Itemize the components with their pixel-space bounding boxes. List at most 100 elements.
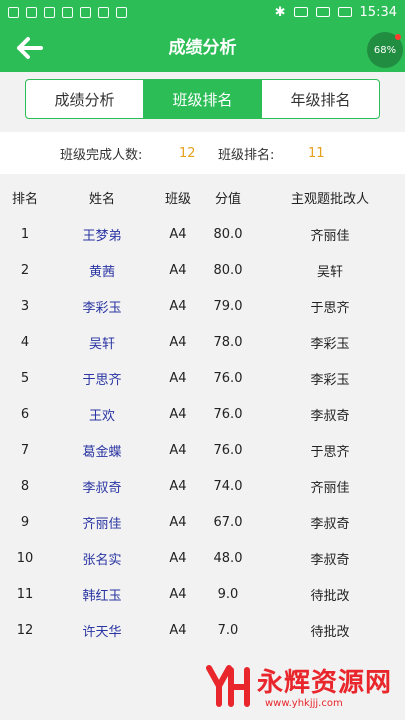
tab-bar: 成绩分析 班级排名 年级排名 <box>25 79 380 119</box>
cell-class: A4 <box>169 298 187 314</box>
table-row[interactable]: 10 张名实 A4 48.0 李叔奇 <box>0 540 405 576</box>
cell-grader: 李彩玉 <box>310 372 350 388</box>
wifi-icon <box>293 7 308 17</box>
cell-name[interactable]: 李叔奇 <box>72 468 132 504</box>
cell-name[interactable]: 齐丽佳 <box>72 504 132 540</box>
status-system-icons: ✱ 15:34 <box>275 5 397 20</box>
watermark: 永辉资源网 www.yhkjjj.com <box>205 660 405 720</box>
tab-class-ranking[interactable]: 班级排名 <box>144 80 262 118</box>
header-name: 姓名 <box>88 191 115 207</box>
watermark-logo-icon <box>206 665 250 707</box>
cell-score: 78.0 <box>213 334 243 350</box>
signal-icon <box>315 7 330 17</box>
cell-rank: 4 <box>20 334 30 350</box>
cell-grader: 齐丽佳 <box>310 228 350 244</box>
cell-rank: 8 <box>20 478 30 494</box>
notification-icon <box>8 6 19 18</box>
tab-score-analysis[interactable]: 成绩分析 <box>26 80 144 118</box>
table-body: 1 王梦弟 A4 80.0 齐丽佳 2 黄茜 A4 80.0 吴轩 3 李彩玉 A4 79.0 于思齐 4 吴轩… <box>0 216 405 648</box>
cell-rank: 5 <box>20 370 30 386</box>
page-title: 成绩分析 <box>168 38 237 58</box>
cell-score: 48.0 <box>213 550 243 566</box>
cell-grader: 李叔奇 <box>310 408 350 424</box>
completed-count-label: 班级完成人数: <box>60 147 143 163</box>
cell-grader: 李彩玉 <box>310 336 350 352</box>
cell-name[interactable]: 李彩玉 <box>72 288 132 324</box>
ranking-table: 排名 姓名 班级 分值 主观题批改人 1 王梦弟 A4 80.0 齐丽佳 2 黄茜 A4 80.… <box>0 178 405 648</box>
cell-grader: 吴轩 <box>316 264 343 280</box>
table-row[interactable]: 2 黄茜 A4 80.0 吴轩 <box>0 252 405 288</box>
completed-count-value: 12 <box>179 145 196 161</box>
cell-rank: 2 <box>20 262 30 278</box>
cell-grader: 李叔奇 <box>310 552 350 568</box>
bluetooth-icon: ✱ <box>274 4 286 20</box>
cell-grader: 李叔奇 <box>310 516 350 532</box>
cell-grader: 待批改 <box>310 588 350 604</box>
cell-rank: 11 <box>16 586 34 602</box>
tab-grade-ranking[interactable]: 年级排名 <box>262 80 379 118</box>
cell-class: A4 <box>169 226 187 242</box>
cell-class: A4 <box>169 406 187 422</box>
cell-name[interactable]: 葛金蝶 <box>72 432 132 468</box>
cell-name[interactable]: 于思齐 <box>72 360 132 396</box>
cell-score: 76.0 <box>213 406 243 422</box>
cell-score: 74.0 <box>213 478 243 494</box>
cell-class: A4 <box>169 514 187 530</box>
cell-score: 80.0 <box>213 226 243 242</box>
cell-name[interactable]: 许天华 <box>72 612 132 648</box>
cell-class: A4 <box>169 370 187 386</box>
table-row[interactable]: 9 齐丽佳 A4 67.0 李叔奇 <box>0 504 405 540</box>
watermark-url: www.yhkjjj.com <box>265 698 343 709</box>
header-rank: 排名 <box>11 191 38 207</box>
progress-badge-text: 68% <box>373 44 397 56</box>
tab-bar-container: 成绩分析 班级排名 年级排名 <box>0 72 405 128</box>
progress-badge[interactable]: 68% <box>367 32 403 68</box>
table-row[interactable]: 4 吴轩 A4 78.0 李彩玉 <box>0 324 405 360</box>
cell-rank: 7 <box>20 442 30 458</box>
globe-icon <box>80 6 91 18</box>
cell-rank: 3 <box>20 298 30 314</box>
cell-name[interactable]: 张名实 <box>72 540 132 576</box>
cell-rank: 1 <box>20 226 30 242</box>
cell-score: 79.0 <box>213 298 243 314</box>
cell-score: 76.0 <box>213 442 243 458</box>
cell-class: A4 <box>169 442 187 458</box>
class-rank-value: 11 <box>308 145 325 161</box>
status-notification-icons <box>8 6 127 18</box>
table-row[interactable]: 8 李叔奇 A4 74.0 齐丽佳 <box>0 468 405 504</box>
status-time: 15:34 <box>359 4 397 20</box>
table-row[interactable]: 1 王梦弟 A4 80.0 齐丽佳 <box>0 216 405 252</box>
table-row[interactable]: 11 韩红玉 A4 9.0 待批改 <box>0 576 405 612</box>
cell-score: 67.0 <box>213 514 243 530</box>
cell-class: A4 <box>169 586 187 602</box>
cell-name[interactable]: 王欢 <box>72 396 132 432</box>
cell-grader: 待批改 <box>310 624 350 640</box>
image-icon <box>26 6 37 18</box>
cell-grader: 于思齐 <box>310 444 350 460</box>
cell-class: A4 <box>169 334 187 350</box>
cell-class: A4 <box>169 622 187 638</box>
class-rank-label: 班级排名: <box>218 147 275 163</box>
cell-score: 9.0 <box>217 586 239 602</box>
cell-name[interactable]: 韩红玉 <box>72 576 132 612</box>
cell-class: A4 <box>169 262 187 278</box>
cell-name[interactable]: 黄茜 <box>72 252 132 288</box>
table-row[interactable]: 6 王欢 A4 76.0 李叔奇 <box>0 396 405 432</box>
grid-icon <box>98 6 109 18</box>
cell-grader: 于思齐 <box>310 300 350 316</box>
table-header: 排名 姓名 班级 分值 主观题批改人 <box>0 178 405 216</box>
cell-name[interactable]: 吴轩 <box>72 324 132 360</box>
table-row[interactable]: 5 于思齐 A4 76.0 李彩玉 <box>0 360 405 396</box>
app-bar: 成绩分析 68% <box>0 24 405 72</box>
notification-dot-icon <box>395 34 401 40</box>
cell-score: 80.0 <box>213 262 243 278</box>
table-row[interactable]: 7 葛金蝶 A4 76.0 于思齐 <box>0 432 405 468</box>
cell-name[interactable]: 王梦弟 <box>72 216 132 252</box>
table-row[interactable]: 3 李彩玉 A4 79.0 于思齐 <box>0 288 405 324</box>
table-row[interactable]: 12 许天华 A4 7.0 待批改 <box>0 612 405 648</box>
mail-icon <box>44 6 55 18</box>
header-class: 班级 <box>164 191 191 207</box>
usb-icon <box>62 6 73 18</box>
header-grader: 主观题批改人 <box>290 191 369 207</box>
status-bar: ✱ 15:34 <box>0 0 405 24</box>
